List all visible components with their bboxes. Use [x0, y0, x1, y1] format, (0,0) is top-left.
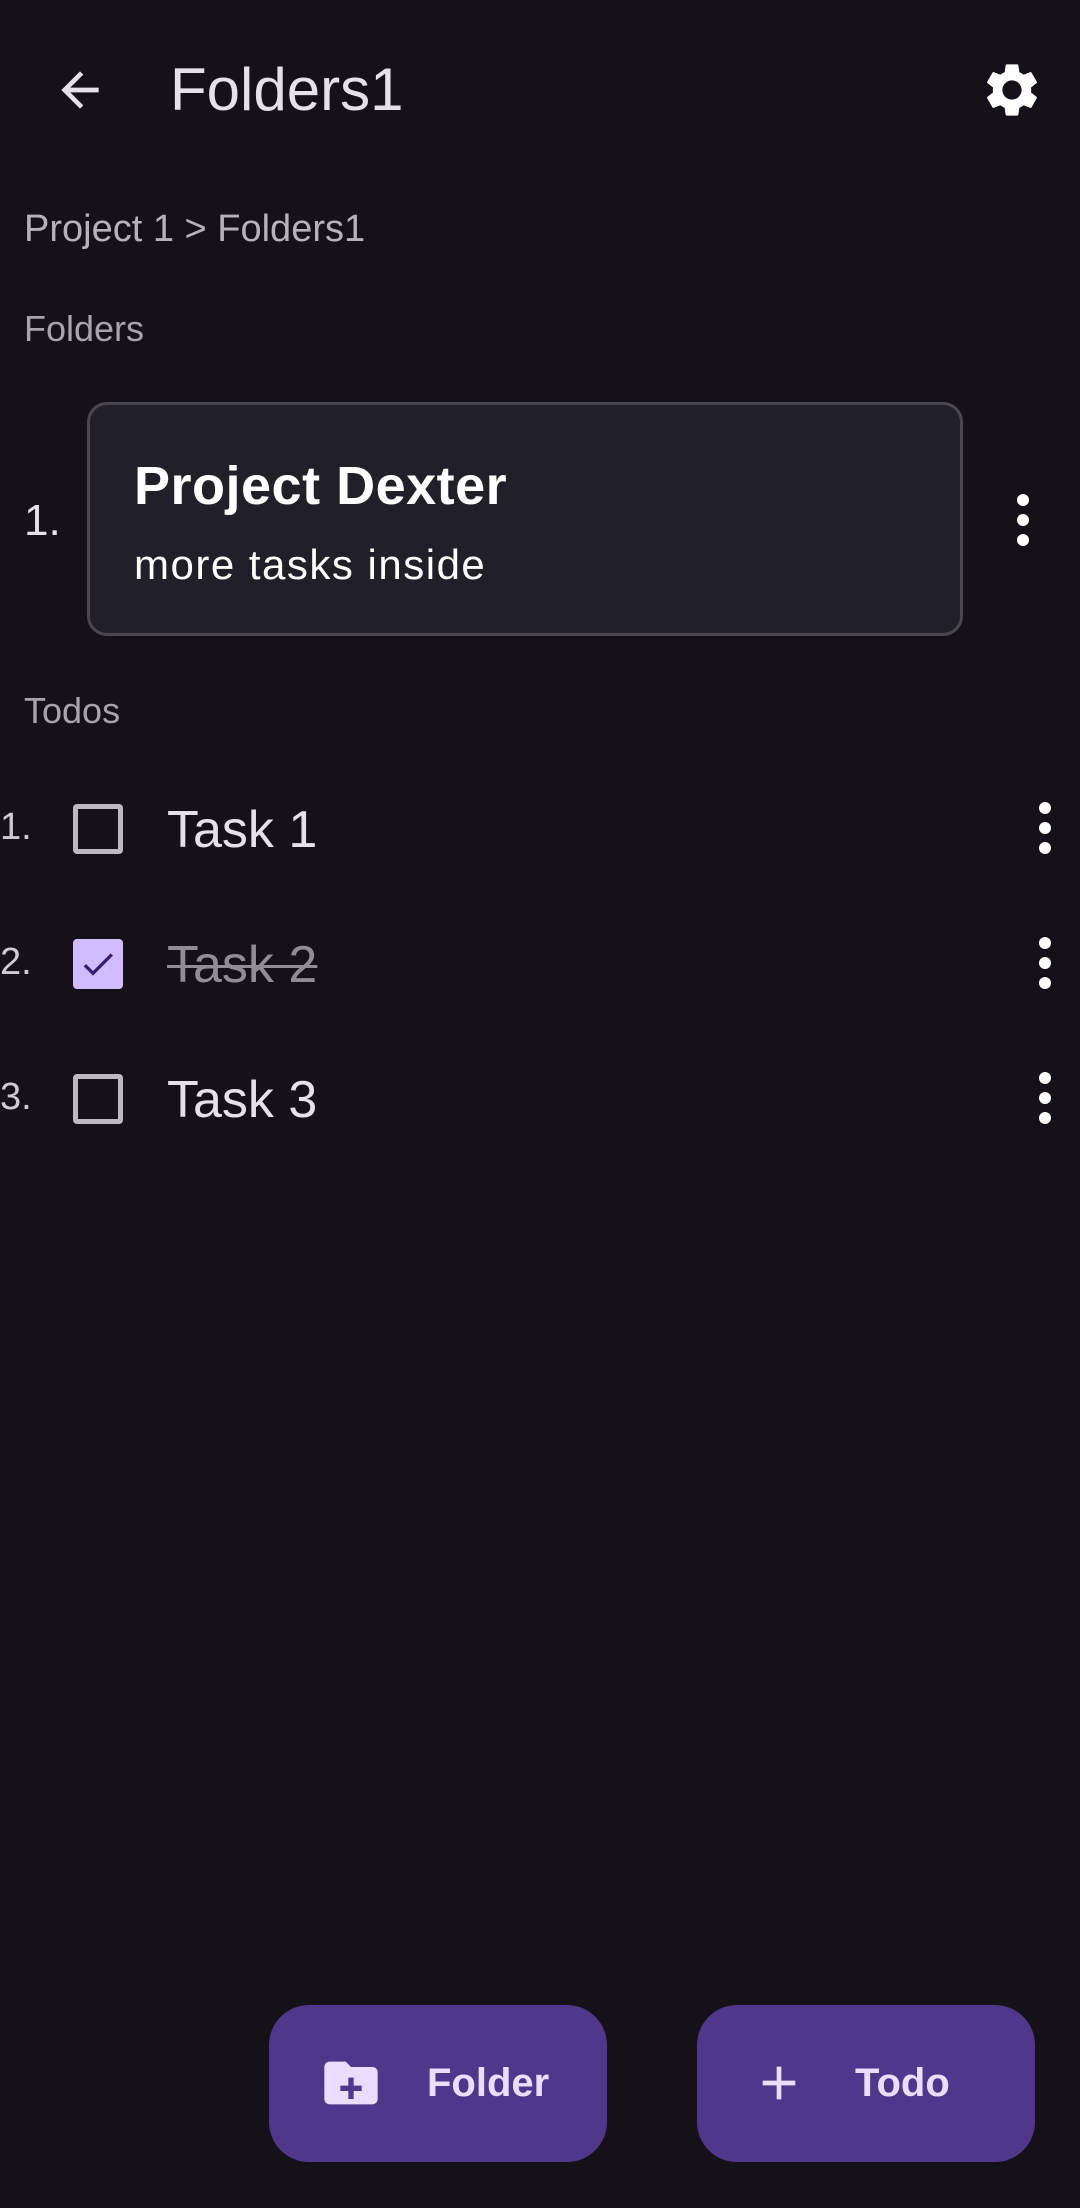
breadcrumb: Project 1 > Folders1 — [24, 208, 366, 250]
plus-icon — [747, 2051, 811, 2115]
more-vert-icon — [1039, 1072, 1051, 1124]
todo-label: Task 2 — [167, 936, 318, 994]
settings-button[interactable] — [972, 50, 1052, 130]
folders-section-label: Folders — [24, 308, 145, 349]
folder-card[interactable]: Project Dexter more tasks inside — [87, 402, 963, 636]
add-folder-button[interactable]: Folder — [269, 2005, 607, 2162]
todo-more-button[interactable] — [1022, 1062, 1068, 1134]
check-icon — [83, 953, 113, 976]
back-button[interactable] — [40, 50, 120, 130]
add-folder-label: Folder — [427, 2061, 550, 2105]
todo-more-button[interactable] — [1022, 792, 1068, 864]
todo-index: 1. — [0, 806, 32, 848]
folder-screen: Folders1 Project 1 > Folders1 Folders 1.… — [0, 0, 1080, 2208]
gear-icon — [987, 64, 1037, 116]
folder-index: 1. — [24, 496, 61, 545]
more-vert-icon — [1017, 494, 1029, 546]
add-todo-label: Todo — [855, 2061, 950, 2105]
page-title: Folders1 — [170, 56, 404, 123]
folder-description: more tasks inside — [134, 541, 487, 588]
todo-checkbox[interactable] — [73, 1074, 123, 1124]
todo-label: Task 1 — [167, 801, 318, 859]
create-folder-icon — [319, 2051, 383, 2115]
more-vert-icon — [1039, 937, 1051, 989]
todo-checkbox[interactable] — [73, 939, 123, 989]
folder-name: Project Dexter — [134, 456, 508, 516]
todos-section-label: Todos — [24, 690, 121, 731]
add-todo-button[interactable]: Todo — [697, 2005, 1035, 2162]
todo-row[interactable]: 1. Task 1 — [0, 766, 1080, 886]
todo-index: 3. — [0, 1076, 32, 1118]
todo-row[interactable]: 3. Task 3 — [0, 1036, 1080, 1156]
todo-more-button[interactable] — [1022, 927, 1068, 999]
folder-more-button[interactable] — [1000, 484, 1046, 556]
top-app-bar: Folders1 — [0, 0, 1080, 180]
more-vert-icon — [1039, 802, 1051, 854]
todo-checkbox[interactable] — [73, 804, 123, 854]
arrow-back-icon — [61, 71, 99, 109]
todo-index: 2. — [0, 941, 32, 983]
todo-label: Task 3 — [167, 1071, 318, 1129]
todo-row[interactable]: 2. Task 2 — [0, 901, 1080, 1021]
